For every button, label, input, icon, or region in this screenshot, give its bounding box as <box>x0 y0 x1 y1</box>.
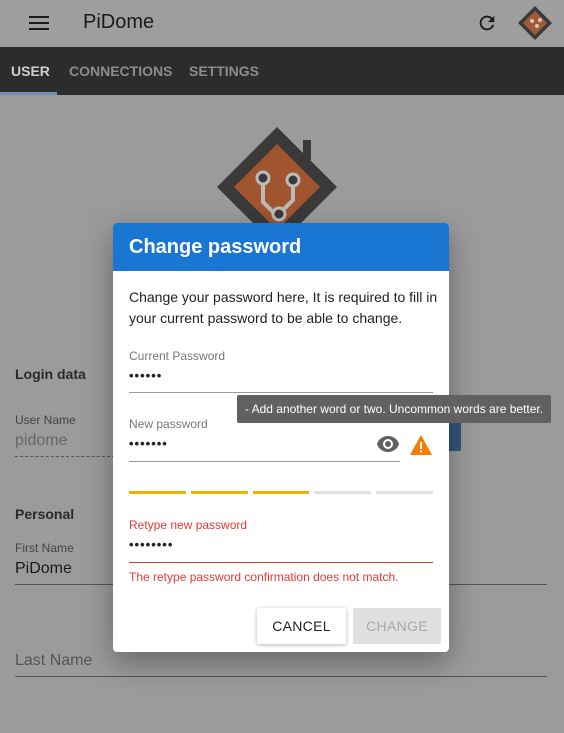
strength-segment <box>314 491 372 494</box>
dialog-description: Change your password here, It is require… <box>129 289 438 326</box>
retype-password-input[interactable]: •••••••• <box>129 537 173 552</box>
change-password-dialog: Change password Change your password her… <box>113 223 449 652</box>
retype-password-underline <box>129 562 433 563</box>
current-password-underline <box>129 392 433 393</box>
strength-segment <box>190 491 248 494</box>
menu-icon[interactable] <box>29 16 49 30</box>
warning-icon[interactable] <box>409 434 433 456</box>
new-password-underline <box>129 461 400 462</box>
password-hint-tooltip: - Add another word or two. Uncommon word… <box>237 395 551 423</box>
strength-segment <box>376 491 433 494</box>
tab-bar: USER CONNECTIONS SETTINGS <box>0 47 564 95</box>
dialog-title: Change password <box>129 236 302 258</box>
retype-password-label: Retype new password <box>129 518 248 532</box>
tab-user[interactable]: USER <box>11 47 50 95</box>
background-button <box>447 421 461 451</box>
first-name-input[interactable]: PiDome <box>15 560 72 578</box>
new-password-label: New password <box>129 417 208 431</box>
cancel-button[interactable]: CANCEL <box>257 608 346 644</box>
avatar-logo-icon[interactable] <box>516 4 554 42</box>
refresh-icon[interactable] <box>476 12 498 34</box>
personal-heading: Personal <box>15 506 75 522</box>
login-data-heading: Login data <box>15 366 86 382</box>
strength-segment <box>252 491 310 494</box>
strength-segment <box>129 491 186 494</box>
app-title: PiDome <box>83 11 155 33</box>
current-password-input[interactable]: •••••• <box>129 368 162 383</box>
tab-connections[interactable]: CONNECTIONS <box>69 47 172 95</box>
tab-settings[interactable]: SETTINGS <box>189 47 259 95</box>
new-password-input[interactable]: ••••••• <box>129 436 168 451</box>
current-password-label: Current Password <box>129 349 226 363</box>
user-name-value[interactable]: pidome <box>15 432 67 450</box>
retype-error-message: The retype password confirmation does no… <box>129 570 399 584</box>
app-bar: PiDome <box>0 0 564 47</box>
change-button[interactable]: CHANGE <box>353 608 441 644</box>
last-name-underline <box>15 676 547 677</box>
last-name-input[interactable]: Last Name <box>15 652 92 670</box>
user-name-underline <box>15 456 115 457</box>
user-name-label: User Name <box>15 413 76 427</box>
first-name-label: First Name <box>15 541 74 555</box>
eye-icon[interactable] <box>376 435 400 453</box>
